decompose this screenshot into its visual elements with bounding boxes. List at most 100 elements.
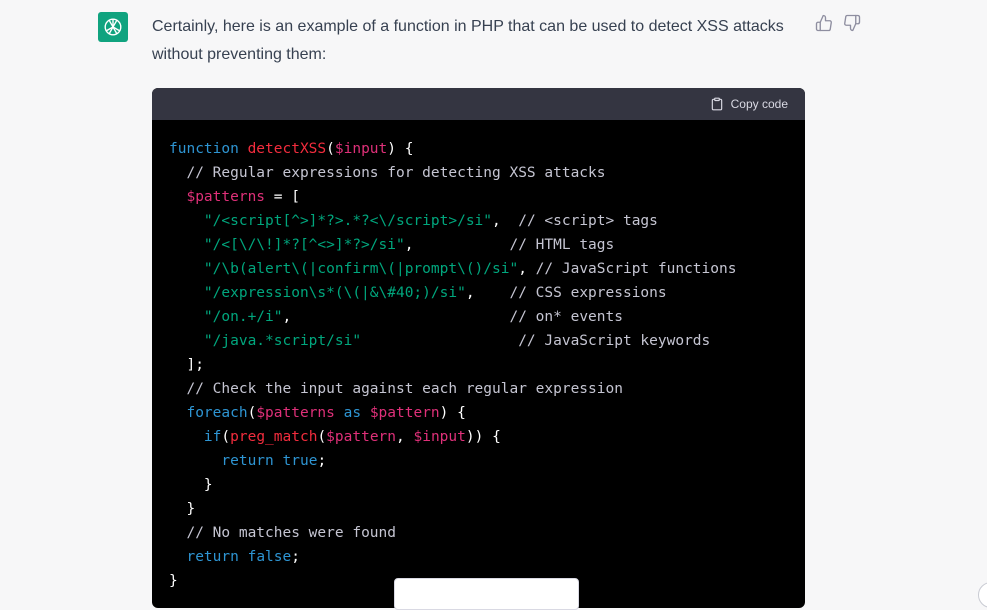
code-token: return (221, 453, 274, 469)
code-token: "/\b(alert\(|confirm\(|prompt\()/si" (203, 261, 519, 277)
code-token: "/<[\/\!]*?[^<>]*?>/si" (203, 237, 405, 253)
copy-code-button[interactable]: Copy code (710, 97, 788, 111)
code-line: // Check the input against each regular … (169, 377, 788, 401)
code-token: ( (221, 429, 231, 445)
code-line: // No matches were found (169, 521, 788, 545)
code-token: $patterns (186, 189, 266, 205)
copy-code-label: Copy code (730, 97, 788, 111)
code-token: , (492, 213, 519, 229)
code-token: ( (317, 429, 327, 445)
code-token: // on* events (509, 309, 623, 325)
code-token: $input (413, 429, 466, 445)
code-token: , (518, 261, 536, 277)
code-token: ( (326, 141, 335, 157)
code-token: "/expression\s*(\(|&\#40;)/si" (203, 285, 466, 301)
code-token: } (169, 477, 213, 493)
code-token: ; (291, 549, 300, 565)
help-button[interactable] (978, 582, 987, 608)
code-token: $pattern (369, 405, 440, 421)
code-token: as (343, 405, 362, 421)
code-token: preg_match (230, 429, 318, 445)
code-token: } (169, 501, 196, 517)
code-line: return false; (169, 545, 788, 569)
code-token: detectXSS (247, 141, 327, 157)
code-token: } (169, 573, 178, 589)
code-token: $patterns (256, 405, 335, 421)
code-token: = [ (265, 189, 300, 205)
code-token: // Regular expressions for detecting XSS… (186, 165, 606, 181)
code-token: return (186, 549, 239, 565)
code-token: function (169, 141, 248, 157)
code-token: ) { (439, 405, 466, 421)
code-line: ]; (169, 353, 788, 377)
code-token: // JavaScript functions (535, 261, 737, 277)
code-block: Copy code function detectXSS($input) { /… (152, 88, 805, 608)
thumbs-down-icon[interactable] (843, 14, 861, 32)
code-token: , (282, 309, 510, 325)
code-token: "/on.+/i" (203, 309, 283, 325)
assistant-avatar (98, 12, 128, 42)
code-token: foreach (186, 405, 248, 421)
code-line: "/\b(alert\(|confirm\(|prompt\()/si", //… (169, 257, 788, 281)
code-token: // CSS expressions (509, 285, 667, 301)
clipboard-icon (711, 97, 722, 111)
code-token: ]; (169, 357, 204, 373)
code-line: "/java.*script/si" // JavaScript keyword… (169, 329, 788, 353)
code-line: "/<script[^>]*?>.*?<\/script>/si", // <s… (169, 209, 788, 233)
code-token: , (404, 237, 510, 253)
code-token: // Check the input against each regular … (186, 381, 623, 397)
scroll-down-button[interactable] (394, 578, 579, 610)
assistant-message-text: Certainly, here is an example of a funct… (152, 18, 784, 63)
code-block-header: Copy code (152, 88, 805, 120)
openai-logo-icon (104, 18, 122, 36)
thumbs-up-icon[interactable] (815, 14, 833, 32)
feedback-buttons (815, 14, 861, 32)
code-token: ; (317, 453, 327, 469)
code-token: , (396, 429, 414, 445)
code-line: } (169, 497, 788, 521)
code-token: false (247, 549, 292, 565)
code-line: // Regular expressions for detecting XSS… (169, 161, 788, 185)
code-line: "/on.+/i", // on* events (169, 305, 788, 329)
code-token: "/java.*script/si" (203, 333, 362, 349)
code-token: true (282, 453, 318, 469)
code-line: "/<[\/\!]*?[^<>]*?>/si", // HTML tags (169, 233, 788, 257)
code-token: if (203, 429, 222, 445)
code-token: ( (247, 405, 257, 421)
code-token: // HTML tags (509, 237, 615, 253)
code-line: "/expression\s*(\(|&\#40;)/si", // CSS e… (169, 281, 788, 305)
code-line: return true; (169, 449, 788, 473)
code-content[interactable]: function detectXSS($input) { // Regular … (152, 120, 805, 593)
code-token: $input (334, 141, 388, 157)
code-line: foreach($patterns as $pattern) { (169, 401, 788, 425)
code-token: ) { (387, 141, 414, 157)
code-token: , (465, 285, 510, 301)
code-token: // No matches were found (186, 525, 396, 541)
code-line: } (169, 473, 788, 497)
code-line: if(preg_match($pattern, $input)) { (169, 425, 788, 449)
code-line: $patterns = [ (169, 185, 788, 209)
code-token: "/<script[^>]*?>.*?<\/script>/si" (203, 213, 493, 229)
code-token: // <script> tags (518, 213, 658, 229)
code-line: function detectXSS($input) { (169, 137, 788, 161)
code-token: // JavaScript keywords (518, 333, 711, 349)
